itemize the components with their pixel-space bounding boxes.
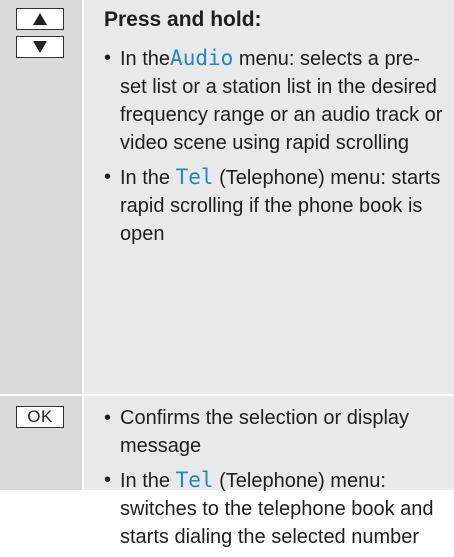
- up-arrow-key-icon: [16, 8, 64, 30]
- bullet-list: • In theAudio menu: selects a pre-set li…: [104, 44, 444, 254]
- down-arrow-key-icon: [16, 36, 64, 58]
- bullet-text: In the: [120, 48, 171, 70]
- controls-table: Press and hold: • In theAudio menu: sele…: [0, 0, 454, 548]
- table-row-ok-key: OK • Confirms the selection or display m…: [0, 396, 454, 548]
- bullet-icon: •: [104, 47, 112, 69]
- list-item: • In theAudio menu: selects a pre-set li…: [104, 44, 444, 157]
- menu-name: Audio: [170, 46, 234, 70]
- bullet-text: In the: [120, 470, 176, 492]
- key-cell: OK: [0, 396, 82, 490]
- ok-key-icon: OK: [16, 406, 64, 428]
- description-cell: • Confirms the selection or display mess…: [84, 396, 454, 548]
- press-and-hold-heading: Press and hold:: [104, 8, 262, 31]
- table-row-arrow-keys: Press and hold: • In theAudio menu: sele…: [0, 0, 454, 394]
- list-item: • In the Tel (Telephone) menu: starts ra…: [104, 163, 444, 248]
- bullet-icon: •: [104, 407, 112, 429]
- bullet-icon: •: [104, 166, 112, 188]
- key-cell: [0, 0, 82, 394]
- bullet-text: Confirms the selection or display messag…: [120, 407, 410, 457]
- menu-name: Tel: [175, 468, 214, 492]
- bullet-text: In the: [120, 167, 176, 189]
- description-cell: Press and hold: • In theAudio menu: sele…: [84, 0, 454, 394]
- bullet-list: • Confirms the selection or display mess…: [104, 404, 444, 557]
- list-item: • Confirms the selection or display mess…: [104, 404, 444, 460]
- list-item: • In the Tel (Telephone) menu: switches …: [104, 466, 444, 551]
- menu-name: Tel: [175, 165, 214, 189]
